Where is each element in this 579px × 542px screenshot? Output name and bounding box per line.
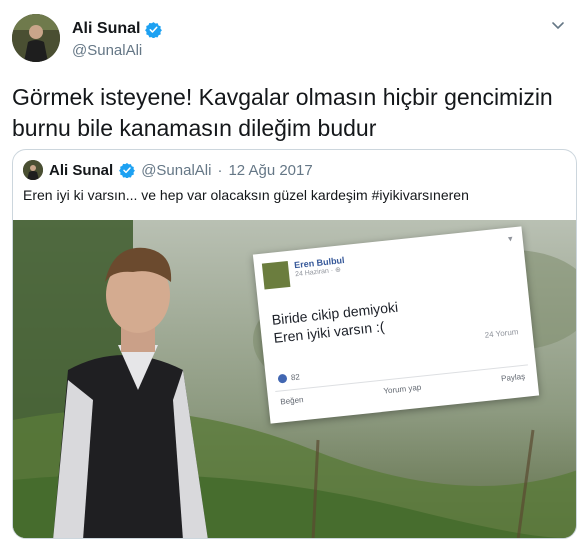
quoted-tweet-header: Ali Sunal @SunalAli · 12 Ağu 2017: [23, 160, 313, 180]
fb-like-action: Beğen: [279, 395, 304, 407]
verified-badge-icon: [119, 163, 136, 178]
author-display-name[interactable]: Ali Sunal: [72, 20, 140, 38]
fb-post-header: Eren Bulbul 24 Haziran · ⊕: [261, 255, 347, 290]
fb-reaction-count: 82: [290, 372, 301, 383]
fb-menu-icon: ▾: [507, 233, 514, 244]
quoted-tweet-text: Eren iyi ki varsın... ve hep var olacaks…: [23, 187, 469, 203]
fb-avatar: [261, 260, 291, 290]
fb-reactions: 82: [277, 372, 301, 384]
author-name-row: Ali Sunal: [72, 20, 163, 38]
quoted-author-avatar: [23, 160, 43, 180]
author-handle[interactable]: @SunalAli: [72, 42, 142, 59]
fb-share-action: Paylaş: [500, 371, 526, 384]
tweet-text: Görmek isteyene! Kavgalar olmasın hiçbir…: [12, 82, 567, 144]
quoted-handle: @SunalAli: [141, 161, 212, 179]
verified-badge-icon: [145, 21, 163, 38]
author-avatar[interactable]: [12, 14, 60, 62]
tweet: Ali Sunal @SunalAli Görmek isteyene! Kav…: [0, 0, 579, 542]
tweet-text-line-2: burnu bile kanamasın dileğim budur: [12, 115, 377, 141]
quoted-tweet[interactable]: Ali Sunal @SunalAli · 12 Ağu 2017 Eren i…: [12, 149, 577, 539]
fb-comment-count: 24 Yorum: [484, 327, 519, 340]
quoted-display-name: Ali Sunal: [49, 161, 114, 179]
quoted-media-image[interactable]: Eren Bulbul 24 Haziran · ⊕ ▾ Biride ciki…: [13, 220, 576, 538]
quoted-date: 12 Ağu 2017: [228, 161, 313, 179]
like-reaction-icon: [277, 373, 288, 384]
quoted-separator: ·: [217, 161, 223, 179]
tweet-text-line-1: Görmek isteyene! Kavgalar olmasın hiçbir…: [12, 84, 553, 110]
fb-post-text: Biride cikip demiyoki Eren iyiki varsın …: [271, 298, 401, 347]
chevron-down-icon[interactable]: [549, 16, 567, 34]
facebook-post-card: Eren Bulbul 24 Haziran · ⊕ ▾ Biride ciki…: [252, 226, 540, 424]
fb-comment-action: Yorum yap: [382, 382, 422, 396]
